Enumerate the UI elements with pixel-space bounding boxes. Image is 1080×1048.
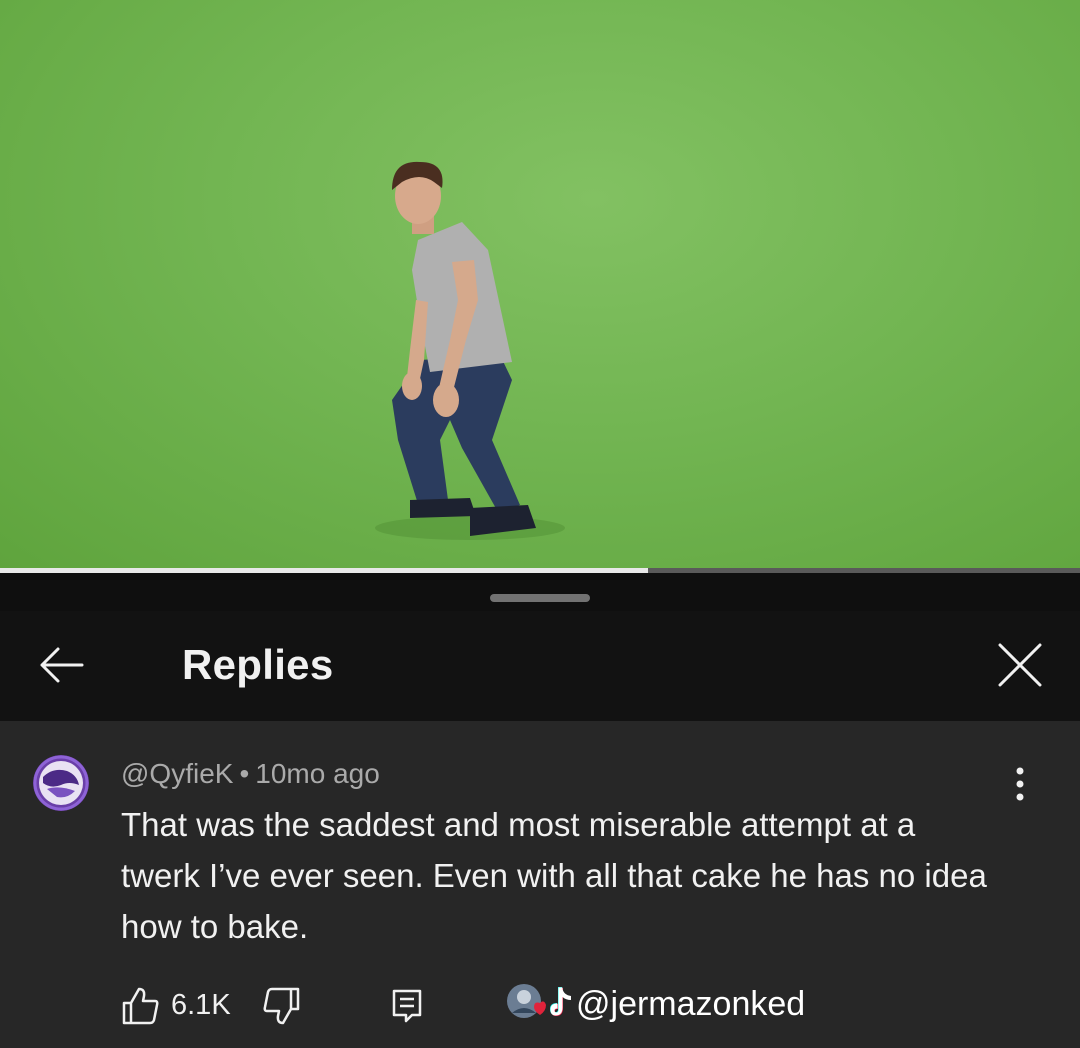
tiktok-icon <box>550 987 571 1016</box>
comment-more-button[interactable] <box>1000 761 1040 809</box>
page-title: Replies <box>182 641 334 688</box>
comment-text: That was the saddest and most miserable … <box>121 806 987 945</box>
reply-button[interactable] <box>386 985 428 1027</box>
comment-card: @QyfieK • 10mo ago That was the saddest an… <box>0 721 1080 1048</box>
arrow-left-icon <box>40 647 84 683</box>
replies-sheet: Replies @QyfieK • 10mo ago That was the … <box>0 573 1080 1048</box>
video-player[interactable] <box>0 0 1080 568</box>
close-icon <box>998 643 1042 687</box>
back-button[interactable] <box>34 637 90 693</box>
watermark-handle: @jermazonked <box>576 985 806 1023</box>
drag-handle[interactable] <box>490 594 590 602</box>
replies-header: Replies <box>0 611 1080 721</box>
comment-time: 10mo ago <box>255 758 380 789</box>
more-vert-icon <box>1016 767 1024 801</box>
tiktok-watermark: @jermazonked <box>504 977 805 1031</box>
avatar[interactable] <box>33 755 89 811</box>
dislike-button[interactable] <box>260 985 302 1027</box>
comment-actions: 6.1K @jermazonked <box>0 977 1080 1037</box>
reply-icon <box>392 989 422 1023</box>
close-button[interactable] <box>990 635 1050 695</box>
meta-separator: • <box>239 758 250 789</box>
like-count: 6.1K <box>171 989 231 1021</box>
comment-meta: @QyfieK • 10mo ago <box>121 758 380 790</box>
thumb-down-icon <box>263 987 300 1025</box>
like-button[interactable] <box>120 985 162 1027</box>
video-frame <box>375 161 565 540</box>
comment-author[interactable]: @QyfieK <box>121 758 233 789</box>
dancer-figure <box>392 161 536 536</box>
avatar-image <box>33 755 89 811</box>
thumb-up-icon <box>122 987 159 1025</box>
